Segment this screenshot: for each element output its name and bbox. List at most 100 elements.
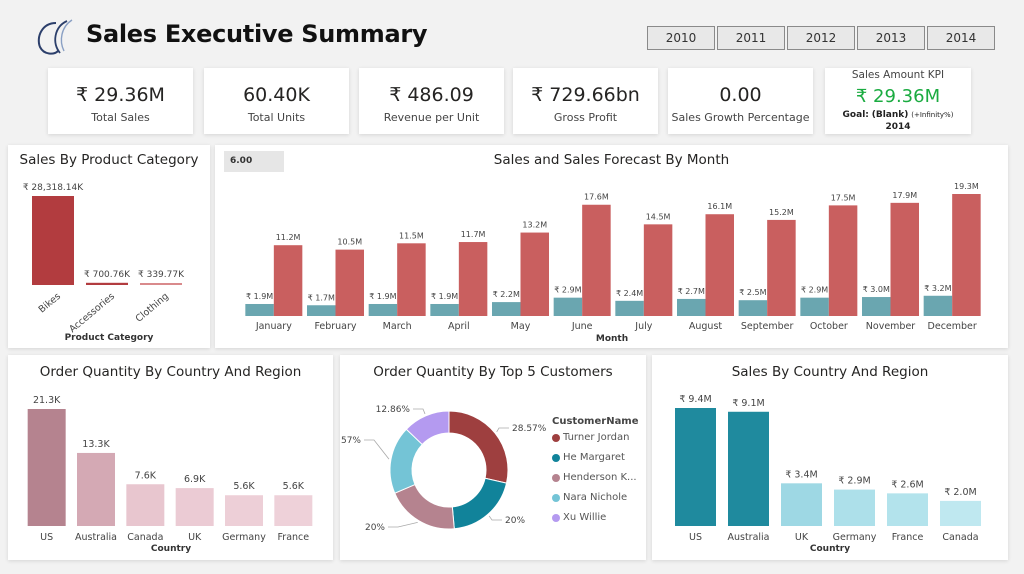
bar-france[interactable] <box>887 493 928 526</box>
x-tick-label: Germany <box>222 532 266 543</box>
bar-clothing[interactable] <box>140 283 182 285</box>
sales-bar-february[interactable] <box>307 305 336 316</box>
goal-value: (Blank) <box>871 110 909 120</box>
forecast-bar-june[interactable] <box>582 204 611 316</box>
forecast-bar-october[interactable] <box>828 205 858 316</box>
year-button-2012[interactable]: 2012 <box>787 26 855 50</box>
donut-slice-hemargaret[interactable] <box>451 477 508 530</box>
forecast-bar-february[interactable] <box>335 249 365 316</box>
page-title: Sales Executive Summary <box>86 20 428 48</box>
sales-bar-october[interactable] <box>800 297 829 316</box>
year-button-2011[interactable]: 2011 <box>717 26 785 50</box>
forecast-bar-may[interactable] <box>520 232 550 316</box>
data-label: ₹ 1.9M <box>369 292 396 301</box>
legend-item[interactable]: Xu Willie <box>552 512 606 523</box>
panel-sales-forecast: Sales and Sales Forecast By Month ₹ 1.9M… <box>215 145 1008 348</box>
x-tick-label: France <box>278 532 310 543</box>
legend-label: Xu Willie <box>563 512 607 523</box>
x-tick-label: October <box>810 321 848 332</box>
x-tick-label: UK <box>188 532 202 543</box>
data-label: ₹ 1.9M <box>431 292 458 301</box>
sales-bar-august[interactable] <box>677 298 706 316</box>
legend-item[interactable]: Turner Jordan <box>552 432 629 443</box>
bar-us[interactable] <box>27 409 66 526</box>
data-label: 10.5M <box>337 238 362 247</box>
kpi-card-gross-profit: ₹ 729.66bn Gross Profit <box>513 68 658 134</box>
bar-germany[interactable] <box>834 489 875 526</box>
x-tick-label: Canada <box>127 532 163 543</box>
x-tick-label: December <box>928 321 977 332</box>
goal-delta: (+Infinity%) <box>911 111 954 119</box>
bar-france[interactable] <box>274 495 313 526</box>
kpi-label: Revenue per Unit <box>383 111 480 124</box>
sales-forecast-chart: ₹ 1.9M 11.2M January ₹ 1.7M 10.5M February ₹ 1… <box>245 182 981 344</box>
bar-accessories[interactable] <box>86 282 128 285</box>
legend-dot-icon <box>552 493 560 502</box>
sales-bar-march[interactable] <box>368 303 398 316</box>
sales-bar-july[interactable] <box>615 300 644 316</box>
x-tick-label: Clothing <box>134 291 171 325</box>
donut-slice-hendersonk[interactable] <box>394 483 455 530</box>
x-tick-label: March <box>383 321 412 332</box>
kpi-card-total-sales: ₹ 29.36M Total Sales <box>48 68 193 134</box>
data-label: ₹ 2.2M <box>493 290 520 299</box>
kpi-year: 2014 <box>885 122 911 132</box>
data-label: ₹ 339.77K <box>138 270 185 280</box>
bar-germany[interactable] <box>225 495 263 526</box>
x-tick-label: US <box>40 532 53 543</box>
data-label: ₹ 2.9M <box>554 286 581 295</box>
x-axis-title: Country <box>810 544 850 554</box>
bar-canada[interactable] <box>126 484 165 526</box>
bar-uk[interactable] <box>175 488 214 526</box>
bar-bikes[interactable] <box>32 196 74 285</box>
data-label: 11.2M <box>276 233 301 242</box>
year-button-2014[interactable]: 2014 <box>927 26 995 50</box>
kpi-card-total-units: 60.40K Total Units <box>204 68 349 134</box>
sales-bar-april[interactable] <box>430 303 459 316</box>
sales-bar-september[interactable] <box>738 300 768 316</box>
forecast-bar-august[interactable] <box>705 214 735 316</box>
bar-canada[interactable] <box>940 500 981 526</box>
sales-bar-june[interactable] <box>553 297 583 316</box>
data-label: 5.6K <box>283 481 305 492</box>
year-button-2013[interactable]: 2013 <box>857 26 925 50</box>
x-tick-label: Australia <box>727 532 769 543</box>
bar-us[interactable] <box>675 408 716 526</box>
order-qty-country-chart: 21.3K US 13.3K Australia 7.6K Canada 6.9K UK 5.6… <box>27 395 313 554</box>
data-label: 11.7M <box>461 230 486 239</box>
sales-bar-december[interactable] <box>923 295 953 316</box>
x-axis-title: Month <box>596 334 628 344</box>
forecast-bar-april[interactable] <box>458 242 488 316</box>
x-tick-label: Germany <box>833 532 877 543</box>
bar-australia[interactable] <box>77 452 115 526</box>
legend-item[interactable]: He Margaret <box>552 452 625 463</box>
data-label: ₹ 2.9M <box>838 476 870 487</box>
forecast-bar-july[interactable] <box>643 224 673 316</box>
month-slicer-value[interactable]: 6.00 <box>224 151 284 172</box>
forecast-bar-january[interactable] <box>273 245 303 316</box>
panel-top-customers: Order Quantity By Top 5 Customers 28.57%… <box>340 355 646 560</box>
forecast-bar-march[interactable] <box>397 243 426 316</box>
sales-bar-november[interactable] <box>862 297 891 316</box>
data-label: ₹ 3.4M <box>785 469 817 480</box>
forecast-bar-november[interactable] <box>890 202 920 316</box>
sales-bar-may[interactable] <box>492 302 521 316</box>
donut-slice-turnerjordan[interactable] <box>448 410 509 484</box>
data-label: ₹ 1.7M <box>308 293 335 302</box>
legend-item[interactable]: Henderson K... <box>552 472 637 483</box>
forecast-bar-september[interactable] <box>767 219 796 316</box>
product-category-chart: ₹ 28,318.14K Bikes ₹ 700.76K Accessories ₹ 3… <box>23 183 185 343</box>
data-label: 15.2M <box>769 208 794 217</box>
goal-label: Goal: <box>842 110 869 120</box>
sales-bar-january[interactable] <box>245 303 274 316</box>
bar-australia[interactable] <box>728 411 769 526</box>
year-button-2010[interactable]: 2010 <box>647 26 715 50</box>
kpi-card-sales-growth: 0.00 Sales Growth Percentage <box>668 68 813 134</box>
forecast-bar-december[interactable] <box>952 194 981 316</box>
data-label: ₹ 2.0M <box>944 487 976 498</box>
legend-label: Henderson K... <box>563 472 637 483</box>
bar-uk[interactable] <box>781 483 822 526</box>
legend-item[interactable]: Nara Nichole <box>552 492 627 503</box>
leader-line <box>388 521 418 528</box>
x-tick-label: September <box>741 321 794 332</box>
